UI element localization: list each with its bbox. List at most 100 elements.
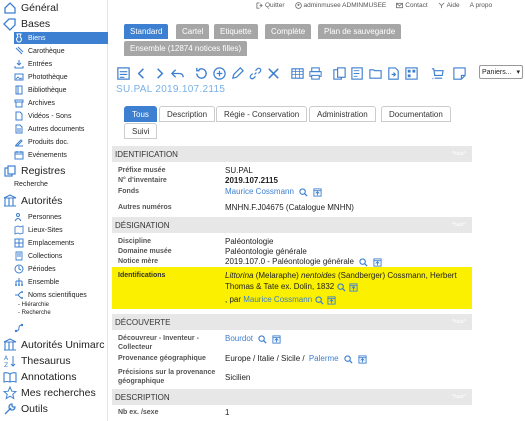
search-icon[interactable]: [258, 334, 267, 344]
back-to-top-link[interactable]: ^haut^: [452, 222, 466, 228]
decouvreur-link[interactable]: Bourdot: [225, 334, 253, 344]
sidebar-item-autres-documents[interactable]: Autres documents: [14, 123, 108, 135]
nav-hierarchie[interactable]: - Hiérarchie: [18, 302, 49, 308]
field-value: Paléontologie générale: [225, 247, 307, 256]
document-icon: [14, 124, 24, 134]
sidebar-item-carotheque[interactable]: Carothèque: [14, 45, 108, 57]
columns-icon: [3, 194, 17, 208]
provenance-path: Europe / Italie / Sicile /: [225, 354, 307, 363]
search-icon[interactable]: [337, 282, 346, 292]
reply-button[interactable]: [170, 65, 185, 81]
open-record-icon[interactable]: [272, 334, 281, 344]
help-link[interactable]: Aide: [438, 0, 460, 10]
sidebar-item-collections[interactable]: Collections: [14, 250, 108, 262]
search-icon[interactable]: [359, 257, 368, 267]
print-table-button[interactable]: [290, 65, 305, 81]
history-button[interactable]: [194, 65, 209, 81]
sidebar-item-biens[interactable]: Biens: [14, 32, 108, 44]
basket-add-button[interactable]: [430, 65, 445, 81]
open-record-icon[interactable]: [327, 295, 336, 305]
open-record-icon[interactable]: [349, 282, 358, 292]
field-label: Précisions sur la provenance géographiqu…: [118, 369, 216, 385]
back-to-top-link[interactable]: ^haut^: [452, 319, 466, 325]
sidebar-item-videos[interactable]: Vidéos - Sons: [14, 110, 108, 122]
tab-ensemble[interactable]: Ensemble (12874 notices filles): [124, 41, 248, 56]
tab-complete[interactable]: Complète: [265, 24, 312, 39]
sidebar-item-personnes[interactable]: Personnes: [14, 211, 108, 223]
note-button[interactable]: [452, 65, 467, 81]
provenance-link[interactable]: Palerme: [309, 354, 339, 364]
fonds-link[interactable]: Maurice Cossmann: [225, 187, 294, 197]
tab-suivi[interactable]: Suivi: [124, 123, 158, 139]
nav-general[interactable]: Général: [3, 0, 58, 16]
print-button[interactable]: [308, 65, 323, 81]
tab-etiquette[interactable]: Etiquette: [214, 24, 258, 39]
export-file-icon: [386, 66, 401, 81]
tab-documentation[interactable]: Documentation: [381, 106, 451, 122]
chevron-right-icon: [152, 66, 167, 81]
notes-button[interactable]: [350, 65, 365, 81]
tab-description[interactable]: Description: [159, 106, 216, 122]
sidebar-item-evenements[interactable]: Evénements: [14, 149, 108, 161]
home-icon: [3, 1, 17, 15]
sidebar-item-archives[interactable]: Archives: [14, 97, 108, 109]
search-icon[interactable]: [315, 295, 324, 305]
sidebar-item-lieux-sites[interactable]: Lieux-Sites: [14, 224, 108, 236]
search-icon[interactable]: [299, 187, 308, 197]
nav-general-label: Général: [21, 2, 59, 14]
inventory-number: 2019.107.2115: [225, 176, 278, 185]
tab-standard[interactable]: Standard: [124, 24, 169, 39]
list-button[interactable]: [116, 65, 131, 81]
nav-autorites[interactable]: Autorités: [3, 193, 62, 209]
sidebar-item-label: Emplacements: [28, 239, 75, 247]
paniers-select[interactable]: Paniers... ▾: [479, 65, 523, 79]
nav-recherche[interactable]: Recherche: [14, 181, 48, 188]
contact-link[interactable]: Contact: [396, 0, 428, 10]
nav-recherche-sub[interactable]: - Recherche: [18, 310, 51, 316]
open-record-icon[interactable]: [373, 257, 382, 267]
sidebar-item-entrees[interactable]: Entrées: [14, 58, 108, 70]
image-button[interactable]: [404, 65, 419, 81]
sidebar-item-parcours[interactable]: [14, 322, 108, 334]
wrench-icon: [3, 402, 17, 416]
add-button[interactable]: [212, 65, 227, 81]
tab-regie-conservation[interactable]: Régie - Conservation: [216, 106, 308, 122]
tab-cartel[interactable]: Cartel: [176, 24, 210, 39]
nav-annotations[interactable]: Annotations: [3, 369, 76, 385]
next-button[interactable]: [152, 65, 167, 81]
user-link[interactable]: adminmusee ADMINMUSEE: [294, 0, 386, 10]
nav-outils[interactable]: Outils: [3, 401, 48, 417]
sidebar-item-phototheque[interactable]: Photothèque: [14, 71, 108, 83]
delete-button[interactable]: [266, 65, 281, 81]
search-icon[interactable]: [343, 354, 353, 364]
nav-bases[interactable]: Bases: [3, 16, 50, 32]
sidebar-item-periodes[interactable]: Périodes: [14, 263, 108, 275]
sidebar-item-noms-scientifiques[interactable]: Noms scientifiques: [14, 289, 108, 301]
back-to-top-link[interactable]: ^haut^: [452, 151, 466, 157]
nav-registres[interactable]: Registres: [3, 163, 65, 179]
nav-mes-recherches[interactable]: Mes recherches: [3, 385, 96, 401]
tab-plan-sauvegarde[interactable]: Plan de sauvegarde: [318, 24, 402, 39]
copy-button[interactable]: [332, 65, 347, 81]
nav-autorites-unimarc[interactable]: Autorités Unimarc: [3, 337, 104, 353]
edit-button[interactable]: [230, 65, 245, 81]
link-button[interactable]: [248, 65, 263, 81]
close-icon: [266, 66, 281, 81]
back-to-top-link[interactable]: ^haut^: [452, 394, 466, 400]
basket-button[interactable]: [368, 65, 383, 81]
tab-administration[interactable]: Administration: [309, 106, 376, 122]
parent-record-value: 2019.107.0 - Paléontologie générale: [225, 257, 382, 267]
about-link[interactable]: A propo: [470, 0, 492, 10]
open-record-icon[interactable]: [358, 354, 367, 364]
sidebar-item-emplacements[interactable]: Emplacements: [14, 237, 108, 249]
export-button[interactable]: [386, 65, 401, 81]
tab-tous[interactable]: Tous: [124, 106, 157, 122]
sidebar-item-produits-doc[interactable]: Produits doc.: [14, 136, 108, 148]
sidebar-item-ensemble[interactable]: Ensemble: [14, 276, 108, 288]
quit-link[interactable]: Quitter: [256, 0, 285, 10]
determinator-link[interactable]: Maurice Cossmann: [243, 295, 312, 305]
nav-thesaurus[interactable]: AZ Thesaurus: [3, 353, 71, 369]
sidebar-item-bibliotheque[interactable]: Bibliothèque: [14, 84, 108, 96]
previous-button[interactable]: [134, 65, 149, 81]
open-record-icon[interactable]: [313, 187, 322, 197]
